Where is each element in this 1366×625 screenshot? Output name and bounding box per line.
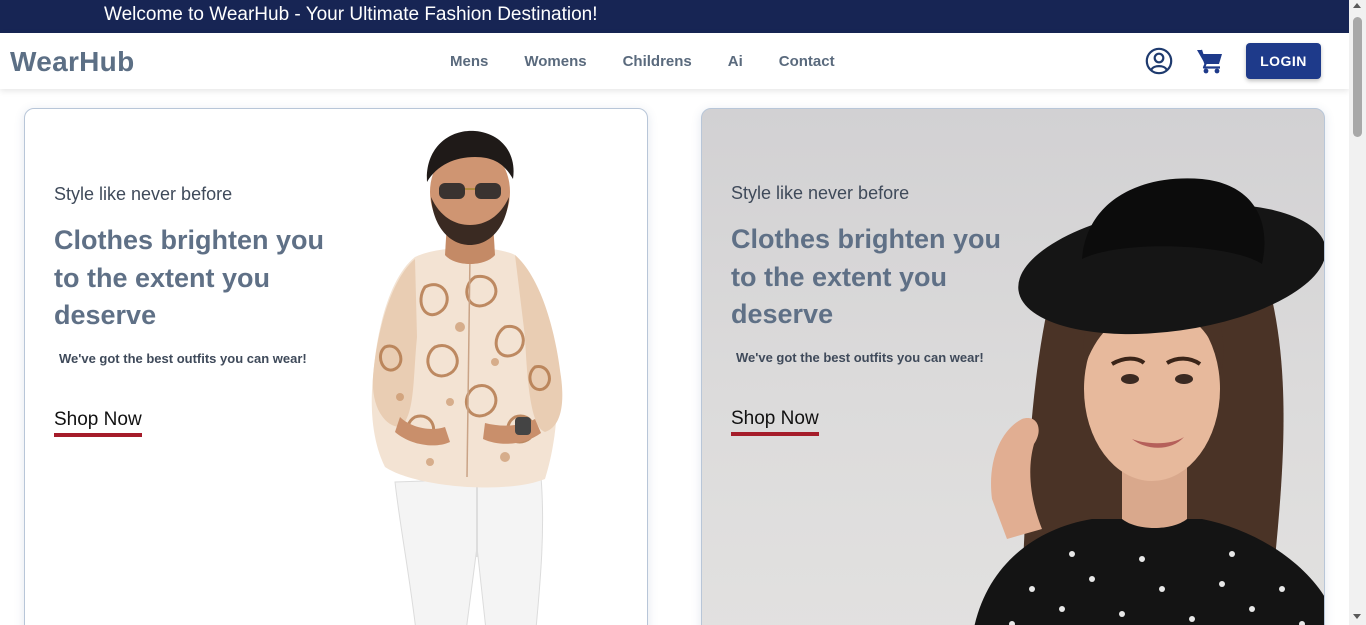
shop-now-button[interactable]: Shop Now <box>54 409 142 437</box>
hero-card-mens: Style like never before Clothes brighten… <box>24 108 648 625</box>
site-header: WearHub Mens Womens Childrens Ai Contact… <box>0 33 1349 89</box>
shop-now-button[interactable]: Shop Now <box>731 408 819 436</box>
vertical-scrollbar[interactable] <box>1349 0 1366 625</box>
nav-link-mens[interactable]: Mens <box>450 53 488 70</box>
nav-link-womens[interactable]: Womens <box>524 53 586 70</box>
login-button[interactable]: LOGIN <box>1246 43 1321 79</box>
shopping-cart-icon[interactable] <box>1196 48 1224 74</box>
announcement-bar: Welcome to WearHub - Your Ultimate Fashi… <box>0 0 1349 33</box>
hero-card-womens: Style like never before Clothes brighten… <box>701 108 1325 625</box>
hero-card-text: Style like never before Clothes brighten… <box>54 182 354 437</box>
announcement-text: Welcome to WearHub - Your Ultimate Fashi… <box>104 4 598 25</box>
site-logo[interactable]: WearHub <box>10 46 135 78</box>
hero-eyebrow: Style like never before <box>54 184 233 204</box>
man-in-paisley-shirt-image <box>371 130 563 625</box>
user-circle-icon[interactable] <box>1145 47 1173 75</box>
hero-subline: We've got the best outfits you can wear! <box>59 350 307 366</box>
scroll-thumb[interactable] <box>1353 17 1362 137</box>
nav-link-ai[interactable]: Ai <box>728 53 743 70</box>
hero-headline: Clothes brighten you to the extent you d… <box>54 225 324 330</box>
nav-link-childrens[interactable]: Childrens <box>623 53 692 70</box>
woman-in-black-hat-image <box>974 178 1324 625</box>
nav-link-contact[interactable]: Contact <box>779 53 835 70</box>
main-nav: Mens Womens Childrens Ai Contact <box>432 33 853 89</box>
scroll-down-arrow-icon[interactable] <box>1353 614 1361 619</box>
scroll-up-arrow-icon[interactable] <box>1353 3 1361 8</box>
